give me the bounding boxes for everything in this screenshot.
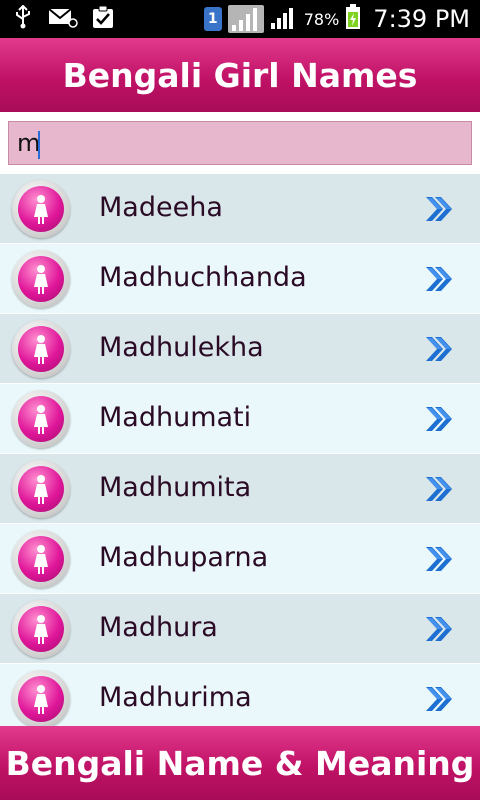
list-item-label: Madhuparna [99, 542, 269, 573]
page-title: Bengali Girl Names [62, 55, 418, 95]
list-item[interactable]: Madeeha [0, 174, 480, 244]
usb-icon [12, 4, 34, 33]
battery-charging-icon [345, 4, 361, 34]
status-bar-right: 1 78% 7:39 PM [203, 4, 470, 34]
clock: 7:39 PM [373, 5, 470, 33]
list-item[interactable]: Madhuchhanda [0, 244, 480, 314]
double-chevron-right-icon[interactable] [424, 264, 454, 294]
girl-avatar-icon [12, 670, 70, 728]
list-item-label: Madhuchhanda [99, 262, 307, 293]
list-item[interactable]: Madhura [0, 594, 480, 664]
battery-percent: 78% [303, 9, 340, 29]
name-list[interactable]: Madeeha Madhuchhanda Madhulekha Madhumat… [0, 174, 480, 734]
double-chevron-right-icon[interactable] [424, 194, 454, 224]
list-item-label: Madhurima [99, 682, 252, 713]
girl-avatar-icon [12, 530, 70, 588]
double-chevron-right-icon[interactable] [424, 474, 454, 504]
footer-title: Bengali Name & Meaning [5, 743, 475, 783]
app-header: Bengali Girl Names [0, 38, 480, 112]
girl-avatar-icon [12, 320, 70, 378]
search-input[interactable] [8, 121, 472, 165]
list-item[interactable]: Madhumita [0, 454, 480, 524]
status-bar: 1 78% 7:39 PM [0, 0, 480, 38]
list-item-label: Madhura [99, 612, 218, 643]
girl-avatar-icon [12, 460, 70, 518]
sim-icon: 1 [203, 7, 222, 31]
clipboard-check-icon [92, 5, 114, 33]
double-chevron-right-icon[interactable] [424, 684, 454, 714]
status-bar-left [12, 4, 114, 33]
girl-avatar-icon [12, 600, 70, 658]
signal-icon [227, 5, 264, 33]
list-item-label: Madhumita [99, 472, 252, 503]
list-item-label: Madeeha [99, 192, 223, 223]
search-area [0, 112, 480, 174]
signal-icon [270, 4, 298, 34]
double-chevron-right-icon[interactable] [424, 614, 454, 644]
list-item[interactable]: Madhumati [0, 384, 480, 454]
list-item-label: Madhulekha [99, 332, 264, 363]
list-item[interactable]: Madhuparna [0, 524, 480, 594]
email-icon [48, 6, 78, 32]
app-footer-banner[interactable]: Bengali Name & Meaning [0, 726, 480, 800]
double-chevron-right-icon[interactable] [424, 404, 454, 434]
text-cursor [38, 131, 40, 159]
list-item[interactable]: Madhulekha [0, 314, 480, 384]
double-chevron-right-icon[interactable] [424, 544, 454, 574]
girl-avatar-icon [12, 250, 70, 308]
double-chevron-right-icon[interactable] [424, 334, 454, 364]
girl-avatar-icon [12, 390, 70, 448]
girl-avatar-icon [12, 180, 70, 238]
list-item-label: Madhumati [99, 402, 252, 433]
list-item[interactable]: Madhurima [0, 664, 480, 734]
